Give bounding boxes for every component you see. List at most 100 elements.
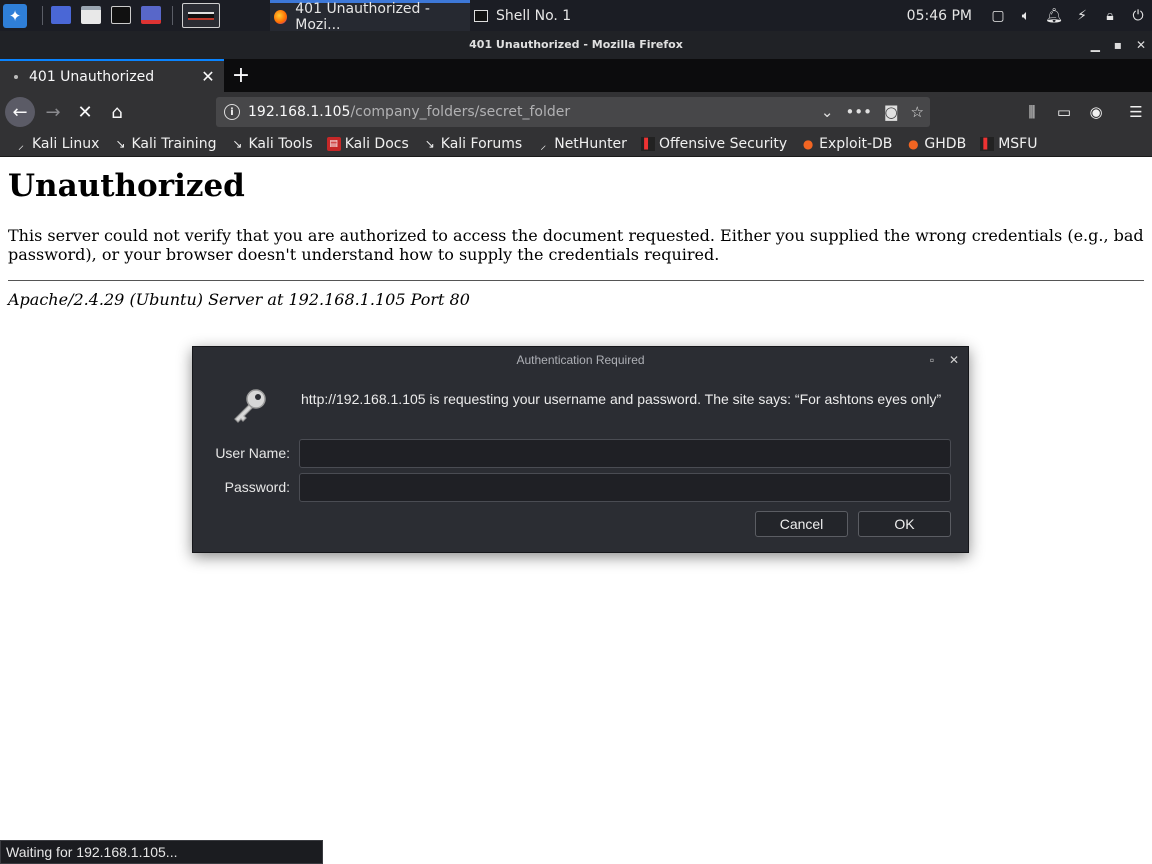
bookmark-kali-training[interactable]: ↘ Kali Training [113,136,216,152]
maximize-icon[interactable]: ▪ [1114,31,1122,59]
bookmark-label: Kali Linux [32,136,100,152]
bookmark-label: Kali Docs [344,136,409,152]
tab-label: 401 Unauthorized [29,68,155,85]
display-icon[interactable]: ▢ [989,7,1007,25]
offsec-icon: ▌ [980,137,995,151]
bookmark-label: MSFU [998,136,1038,152]
logout-icon[interactable]: ⏻ [1129,7,1147,25]
clock[interactable]: 05:46 PM [907,8,972,24]
username-input[interactable] [299,439,951,468]
tab-close-icon[interactable]: ✕ [198,67,218,86]
taskbar-task-shell[interactable]: Shell No. 1 [474,0,594,31]
page-heading: Unauthorized [8,168,245,204]
window-title: 401 Unauthorized - Mozilla Firefox [469,38,683,51]
authentication-dialog: Authentication Required ▫ ✕ http://192.1… [192,346,969,553]
username-label: User Name: [215,445,290,461]
offsec-icon: ▌ [640,137,655,151]
bookmark-label: Offensive Security [658,136,788,152]
bookmark-label: Kali Training [131,136,217,152]
kali-dragon-icon: ↘ [424,137,435,151]
dialog-message: http://192.168.1.105 is requesting your … [301,391,942,407]
account-icon[interactable]: ◉ [1080,97,1112,127]
kali-dragon-icon: ⸝ [17,137,24,152]
tab-401-unauthorized[interactable]: 401 Unauthorized ✕ [0,59,224,92]
workspace-switcher[interactable] [182,3,220,28]
system-tray: 05:46 PM ▢ 🔈︎ 🔔︎ ⚡︎ 🔒︎ ⏻ [907,0,1152,31]
bookmark-label: Exploit-DB [819,136,893,152]
kali-dragon-icon: ↘ [232,137,243,151]
stop-button[interactable]: ✕ [70,97,100,127]
terminal-icon [474,9,488,22]
terminal-launcher-icon[interactable] [111,6,131,24]
url-bar[interactable]: i 192.168.1.105/company_folders/secret_f… [216,97,930,127]
minimize-icon[interactable]: ▁ [1091,31,1100,59]
power-manager-icon[interactable]: ⚡︎ [1073,7,1091,25]
bookmark-label: Kali Tools [248,136,313,152]
new-tab-button[interactable]: + [228,59,254,92]
bookmark-kali-docs[interactable]: ▤ Kali Docs [326,136,409,152]
bookmark-msfu[interactable]: ▌ MSFU [980,136,1037,152]
home-icon: ⌂ [111,101,123,123]
forward-button[interactable]: → [38,97,68,127]
site-info-icon[interactable]: i [224,104,240,120]
cancel-button[interactable]: Cancel [755,511,848,537]
show-desktop-icon[interactable] [51,6,71,24]
divider [8,280,1144,281]
notifications-icon[interactable]: 🔔︎ [1045,7,1063,25]
firefox-icon [274,10,288,24]
bookmark-star-icon[interactable]: ☆ [911,103,924,121]
nethunter-icon: ⸝ [540,137,547,152]
server-signature: Apache/2.4.29 (Ubuntu) Server at 192.168… [8,290,470,309]
navigation-toolbar: ← → ✕ ⌂ i 192.168.1.105/company_folders/… [0,92,1152,132]
lock-screen-icon[interactable]: 🔒︎ [1101,7,1119,25]
status-bar: Waiting for 192.168.1.105... [0,840,323,864]
bookmark-label: NetHunter [554,136,627,152]
kali-dragon-icon: ✦ [3,3,27,28]
page-actions-icon[interactable]: ••• [845,103,872,121]
close-icon[interactable]: ✕ [1136,31,1146,59]
loading-dot-icon [14,74,18,79]
ok-button[interactable]: OK [858,511,951,537]
bookmark-kali-forums[interactable]: ↘ Kali Forums [423,136,522,152]
stop-icon: ✕ [77,101,93,123]
arrow-left-icon: ← [12,101,28,123]
dialog-title: Authentication Required [516,353,645,367]
taskbar-task-firefox[interactable]: 401 Unauthorized - Mozi... [270,0,470,33]
tab-strip: 401 Unauthorized ✕ + [0,59,1152,92]
taskbar-task-label: 401 Unauthorized - Mozi... [295,1,430,33]
kali-docs-icon: ▤ [326,137,341,151]
home-button[interactable]: ⌂ [102,97,132,127]
screen-recorder-icon[interactable] [141,6,161,24]
bookmark-kali-linux[interactable]: ⸝ Kali Linux [14,136,99,152]
back-button[interactable]: ← [5,97,35,127]
password-input[interactable] [299,473,951,502]
bookmark-nethunter[interactable]: ⸝ NetHunter [536,136,627,152]
bookmarks-toolbar: ⸝ Kali Linux ↘ Kali Training ↘ Kali Tool… [0,132,1152,157]
workspace-preview-icon [188,11,214,20]
arrow-right-icon: → [45,101,61,123]
dialog-maximize-icon[interactable]: ▫ [925,353,939,367]
bookmark-ghdb[interactable]: ● GHDB [906,136,966,152]
bookmark-exploit-db[interactable]: ● Exploit-DB [801,136,893,152]
exploitdb-icon: ● [802,137,814,151]
bookmark-offensive-security[interactable]: ▌ Offensive Security [640,136,788,152]
volume-icon[interactable]: 🔈︎ [1017,7,1035,25]
pocket-icon[interactable]: ◙ [884,103,899,121]
dialog-close-icon[interactable]: ✕ [947,353,961,367]
exploitdb-icon: ● [908,137,919,151]
bookmark-kali-tools[interactable]: ↘ Kali Tools [230,136,312,152]
url-path: /company_folders/secret_folder [350,104,571,120]
password-label: Password: [224,479,290,495]
kali-menu-button[interactable]: ✦ [0,0,30,31]
file-manager-icon[interactable] [81,6,101,24]
hamburger-menu-icon[interactable]: ☰ [1120,97,1152,127]
library-icon[interactable]: ⫼ [1016,97,1048,127]
kali-dragon-icon: ↘ [115,137,126,151]
chevron-down-icon[interactable]: ⌄ [821,103,834,121]
sidebar-icon[interactable]: ▭ [1048,97,1080,127]
window-titlebar: 401 Unauthorized - Mozilla Firefox ▁ ▪ ✕ [0,31,1152,59]
url-host: 192.168.1.105 [248,104,351,120]
bookmark-label: GHDB [924,136,967,152]
taskbar-separator [42,6,43,25]
taskbar-separator [172,6,173,25]
